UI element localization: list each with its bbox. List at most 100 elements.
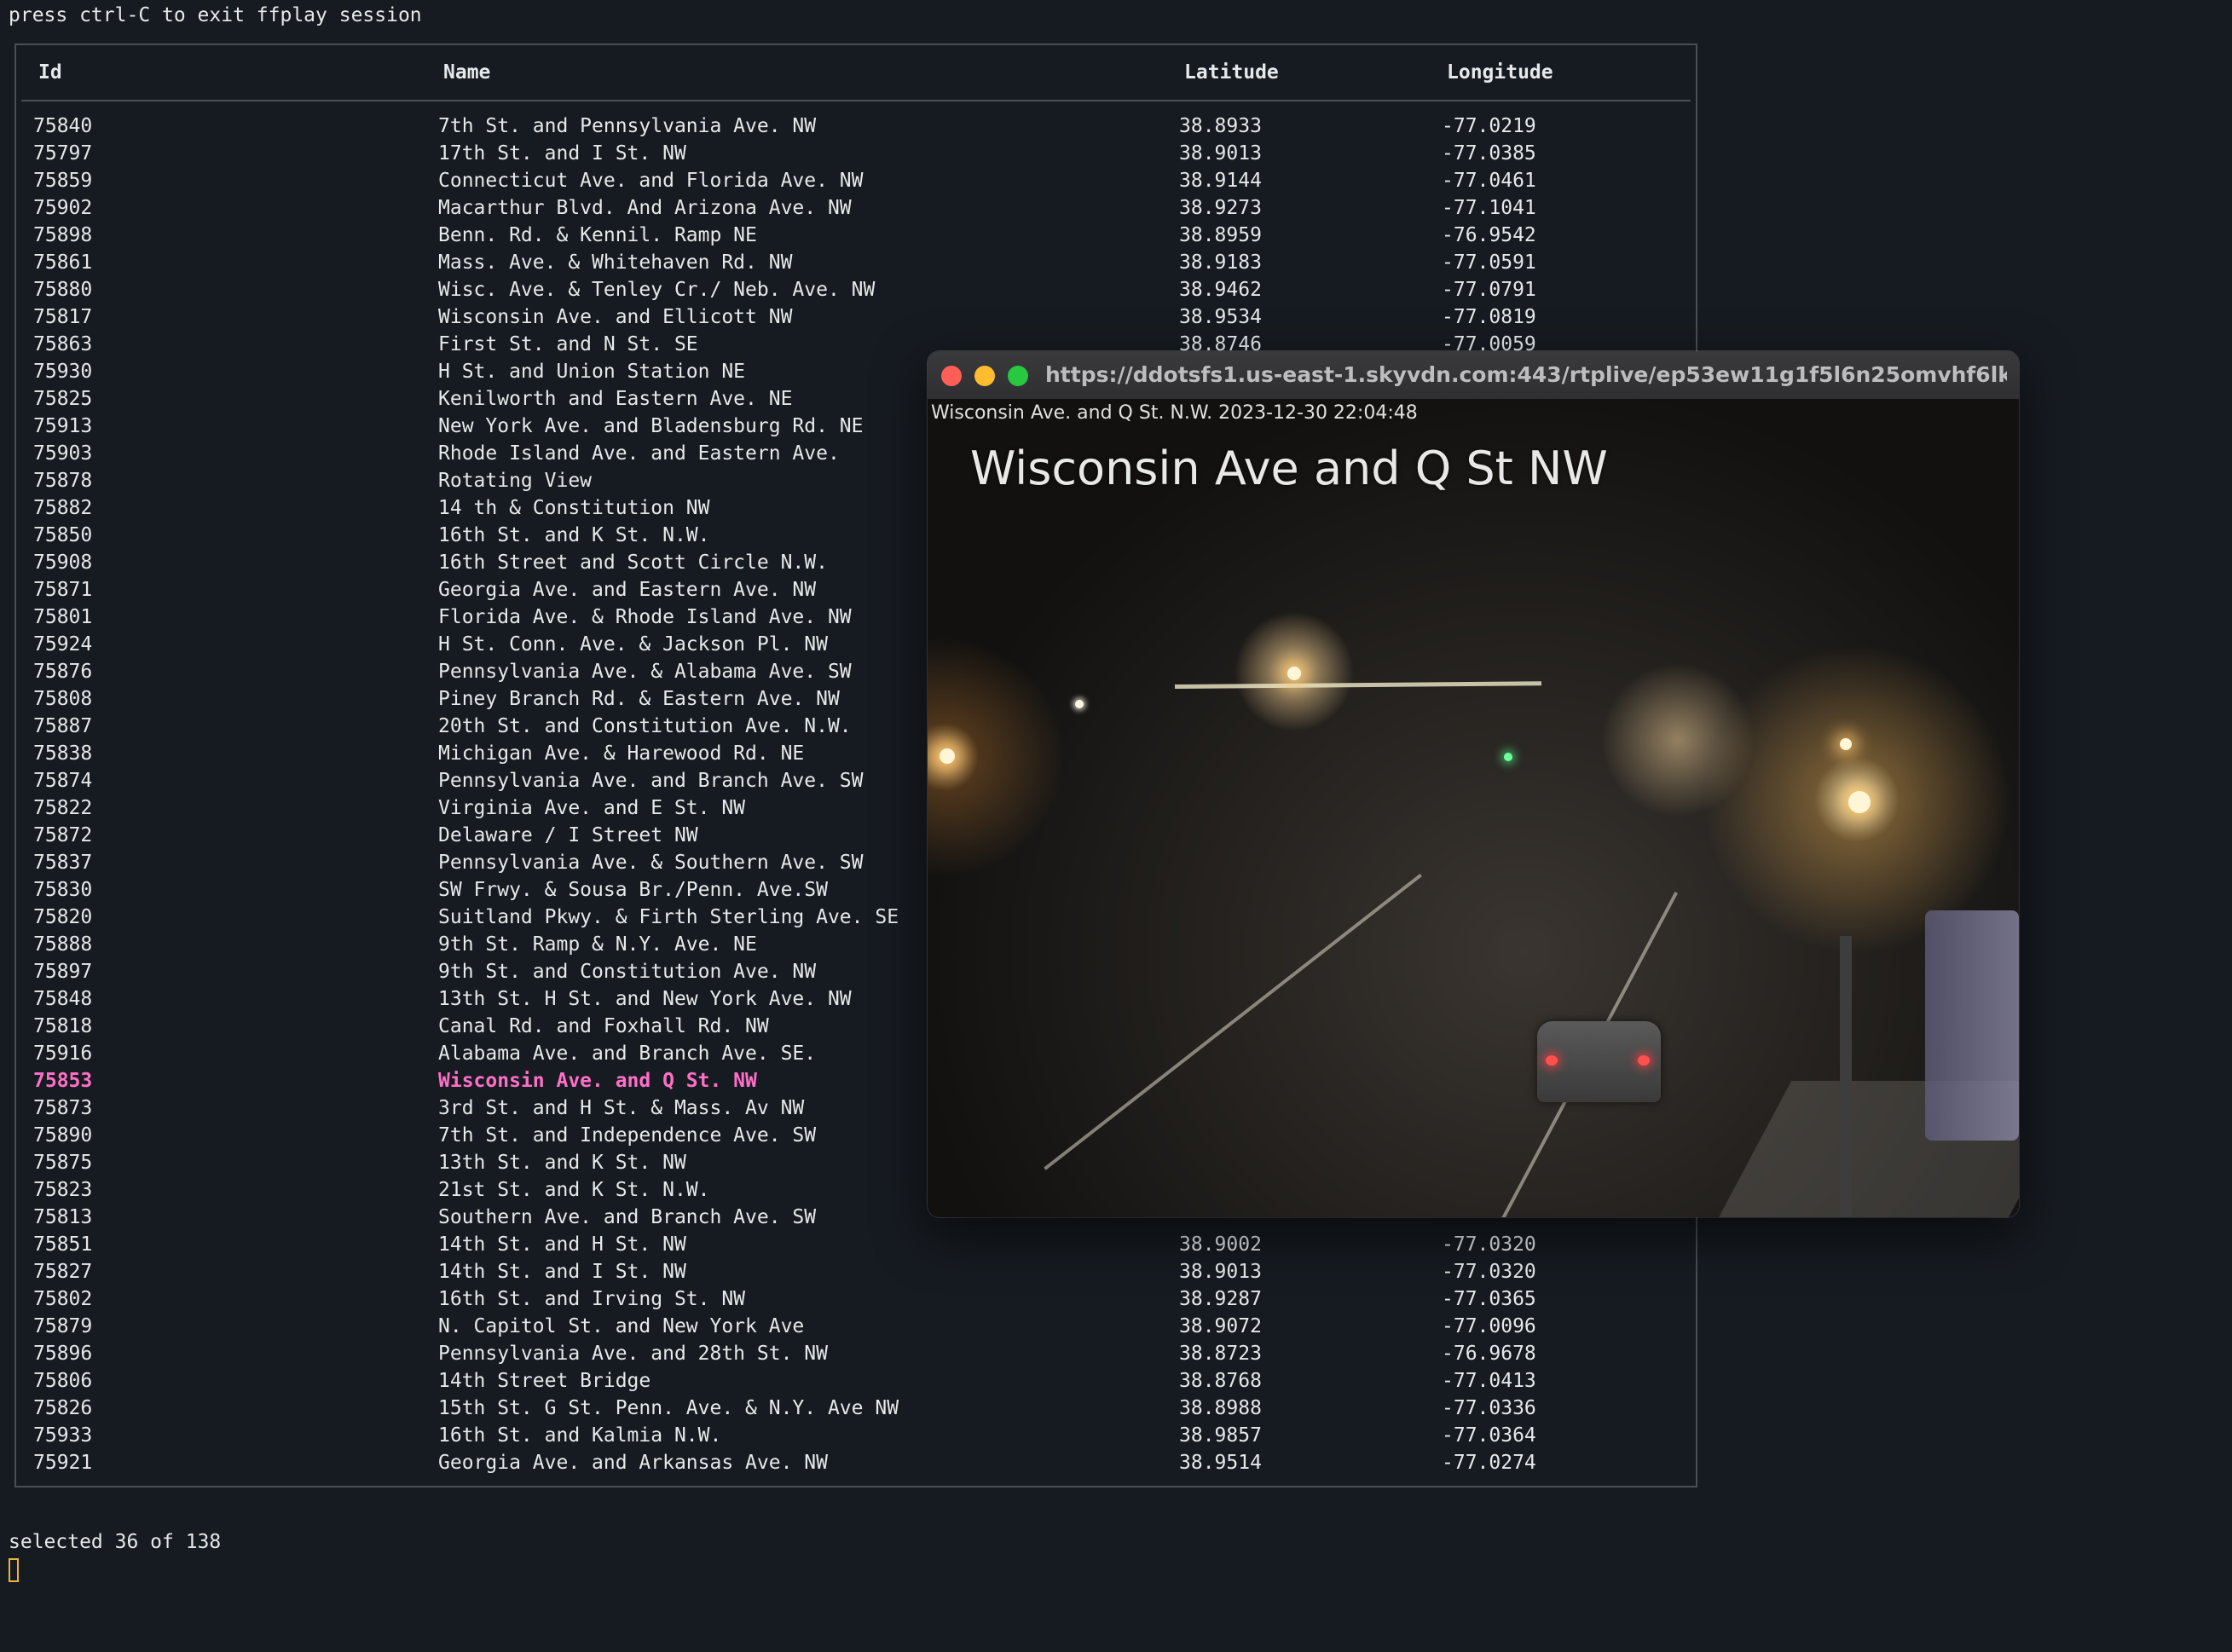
cell-id: 75838	[33, 742, 93, 765]
cell-name: First St. and N St. SE	[438, 333, 698, 355]
cell-name: 20th St. and Constitution Ave. N.W.	[438, 715, 852, 737]
cell-name: 3rd St. and H St. & Mass. Av NW	[438, 1097, 805, 1119]
cell-id: 75813	[33, 1206, 93, 1228]
cell-id: 75902	[33, 197, 93, 219]
cell-name: 14th St. and H St. NW	[438, 1233, 686, 1256]
cell-id: 75873	[33, 1097, 93, 1119]
table-row[interactable]: 75826 15th St. G St. Penn. Ave. & N.Y. Av…	[16, 1395, 1696, 1422]
table-row[interactable]: 75933 16th St. and Kalmia N.W. 38.9857 -77.…	[16, 1422, 1696, 1449]
table-row[interactable]: 75851 14th St. and H St. NW 38.9002 -77.032…	[16, 1231, 1696, 1258]
cell-latitude: 38.9287	[1179, 1288, 1262, 1310]
cell-id: 75827	[33, 1261, 93, 1283]
streetlight	[1075, 700, 1084, 708]
cell-longitude: -77.0385	[1442, 142, 1536, 165]
cell-name: 21st St. and K St. N.W.	[438, 1179, 710, 1201]
cell-id: 75840	[33, 115, 93, 137]
header-id: Id	[38, 61, 62, 84]
table-row[interactable]: 75859 Connecticut Ave. and Florida Ave. N…	[16, 167, 1696, 194]
cell-latitude: 38.9144	[1179, 170, 1262, 192]
ffplay-window[interactable]: https://ddotsfs1.us-east-1.skyvdn.com:44…	[928, 351, 2019, 1217]
cell-latitude: 38.8723	[1179, 1343, 1262, 1365]
cell-id: 75808	[33, 688, 93, 710]
table-row[interactable]: 75902 Macarthur Blvd. And Arizona Ave. NW…	[16, 194, 1696, 222]
cell-name: Wisconsin Ave. and Q St. NW	[438, 1070, 757, 1092]
cell-longitude: -77.0591	[1442, 251, 1536, 274]
cell-id: 75871	[33, 579, 93, 601]
cell-name: New York Ave. and Bladensburg Rd. NE	[438, 415, 864, 437]
cell-id: 75801	[33, 606, 93, 628]
table-row[interactable]: 75898 Benn. Rd. & Kennil. Ramp NE 38.8959 -…	[16, 222, 1696, 249]
cell-id: 75848	[33, 988, 93, 1010]
cell-name: Benn. Rd. & Kennil. Ramp NE	[438, 224, 757, 246]
traffic-signal	[1504, 753, 1512, 761]
table-row[interactable]: 75806 14th Street Bridge 38.8768 -77.0413	[16, 1367, 1696, 1395]
cell-latitude: 38.9072	[1179, 1315, 1262, 1337]
table-row[interactable]: 75797 17th St. and I St. NW 38.9013 -77.038…	[16, 140, 1696, 167]
cell-id: 75853	[33, 1070, 93, 1092]
table-row[interactable]: 75861 Mass. Ave. & Whitehaven Rd. NW 38.91…	[16, 249, 1696, 276]
cell-id: 75861	[33, 251, 93, 274]
minimize-button[interactable]	[974, 366, 995, 386]
cell-id: 75826	[33, 1397, 93, 1419]
cell-name: Rotating View	[438, 470, 593, 492]
cell-name: SW Frwy. & Sousa Br./Penn. Ave.SW	[438, 879, 828, 901]
camera-caption: Wisconsin Ave and Q St NW	[970, 442, 1608, 495]
cell-id: 75823	[33, 1179, 93, 1201]
cell-name: 15th St. G St. Penn. Ave. & N.Y. Ave NW	[438, 1397, 899, 1419]
bus	[1925, 910, 2019, 1141]
zoom-button[interactable]	[1008, 366, 1028, 386]
light-pole	[1840, 936, 1852, 1217]
cell-id: 75879	[33, 1315, 93, 1337]
cell-name: 16th St. and Irving St. NW	[438, 1288, 746, 1310]
cell-name: Pennsylvania Ave. & Southern Ave. SW	[438, 852, 864, 874]
cell-id: 75874	[33, 770, 93, 792]
cell-id: 75822	[33, 797, 93, 819]
header-name: Name	[443, 61, 491, 84]
table-row[interactable]: 75896 Pennsylvania Ave. and 28th St. NW 38…	[16, 1340, 1696, 1367]
cell-id: 75903	[33, 442, 93, 465]
cell-name: Canal Rd. and Foxhall Rd. NW	[438, 1015, 769, 1037]
cell-longitude: -77.0413	[1442, 1370, 1536, 1392]
cell-name: Macarthur Blvd. And Arizona Ave. NW	[438, 197, 852, 219]
cell-name: 14th Street Bridge	[438, 1370, 651, 1392]
cell-longitude: -76.9542	[1442, 224, 1536, 246]
cell-name: Southern Ave. and Branch Ave. SW	[438, 1206, 817, 1228]
cell-name: H St. and Union Station NE	[438, 361, 746, 383]
cell-id: 75818	[33, 1015, 93, 1037]
cell-id: 75890	[33, 1124, 93, 1147]
cell-name: Georgia Ave. and Arkansas Ave. NW	[438, 1452, 828, 1474]
table-row[interactable]: 75840 7th St. and Pennsylvania Ave. NW 38.…	[16, 113, 1696, 140]
cell-longitude: -77.0219	[1442, 115, 1536, 137]
cell-id: 75898	[33, 224, 93, 246]
cell-longitude: -77.0791	[1442, 279, 1536, 301]
cell-name: 13th St. and K St. NW	[438, 1152, 686, 1174]
streetlight	[1840, 738, 1852, 750]
table-row[interactable]: 75921 Georgia Ave. and Arkansas Ave. NW 38…	[16, 1449, 1696, 1476]
cell-name: Michigan Ave. & Harewood Rd. NE	[438, 742, 805, 765]
cell-name: Wisc. Ave. & Tenley Cr./ Neb. Ave. NW	[438, 279, 876, 301]
overhead-wire	[1175, 681, 1542, 689]
close-button[interactable]	[941, 366, 962, 386]
table-row[interactable]: 75880 Wisc. Ave. & Tenley Cr./ Neb. Ave. …	[16, 276, 1696, 303]
cell-latitude: 38.9514	[1179, 1452, 1262, 1474]
window-titlebar[interactable]: https://ddotsfs1.us-east-1.skyvdn.com:44…	[928, 351, 2019, 400]
cell-name: Florida Ave. & Rhode Island Ave. NW	[438, 606, 852, 628]
cell-name: 7th St. and Independence Ave. SW	[438, 1124, 817, 1147]
cell-name: H St. Conn. Ave. & Jackson Pl. NW	[438, 633, 828, 656]
cell-name: 16th Street and Scott Circle N.W.	[438, 552, 828, 574]
cell-name: Delaware / I Street NW	[438, 824, 698, 846]
table-row[interactable]: 75827 14th St. and I St. NW 38.9013 -77.032…	[16, 1258, 1696, 1285]
header-longitude: Longitude	[1447, 61, 1553, 84]
cell-id: 75850	[33, 524, 93, 546]
table-row[interactable]: 75817 Wisconsin Ave. and Ellicott NW 38.95…	[16, 303, 1696, 331]
cell-name: 14 th & Constitution NW	[438, 497, 710, 519]
cell-id: 75897	[33, 961, 93, 983]
cell-latitude: 38.8988	[1179, 1397, 1262, 1419]
cell-name: 17th St. and I St. NW	[438, 142, 686, 165]
streetlight	[1287, 667, 1301, 680]
cell-id: 75872	[33, 824, 93, 846]
cell-latitude: 38.9183	[1179, 251, 1262, 274]
table-row[interactable]: 75879 N. Capitol St. and New York Ave 38.9…	[16, 1313, 1696, 1340]
table-row[interactable]: 75802 16th St. and Irving St. NW 38.9287 -7…	[16, 1285, 1696, 1313]
cell-longitude: -77.0364	[1442, 1424, 1536, 1447]
